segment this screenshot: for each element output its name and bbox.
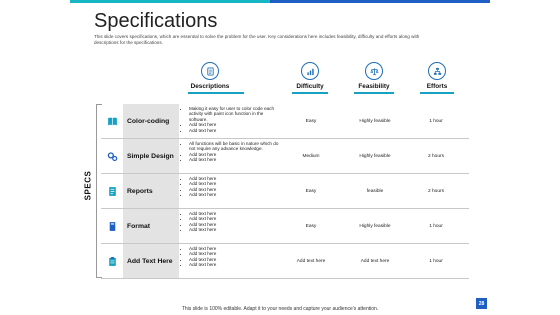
row-difficulty: Easy [305, 188, 317, 194]
row-difficulty: Medium [302, 153, 320, 159]
column-underline [420, 92, 454, 94]
row-descriptions: Making it easy for user to color code ea… [181, 106, 281, 133]
gears-icon [101, 139, 123, 173]
description-item: Add text here [189, 157, 281, 162]
column-underline [354, 92, 394, 94]
description-item: Add text here [189, 262, 281, 267]
column-header-feasibility: Feasibility [354, 62, 394, 94]
report-icon [101, 174, 123, 208]
row-name: Add Text Here [123, 244, 179, 278]
row-descriptions: Add text here Add text here Add text her… [181, 211, 281, 233]
page-number-badge: 28 [476, 298, 487, 309]
column-header-difficulty: Difficulty [292, 62, 328, 94]
column-label-feasibility: Feasibility [358, 83, 390, 90]
book-icon [101, 104, 123, 138]
column-label-difficulty: Difficulty [296, 83, 324, 90]
table-row: Color-coding Making it easy for user to … [101, 104, 469, 139]
row-efforts: 1 hour [429, 223, 443, 229]
row-feasibility: Highly feasible [359, 223, 391, 229]
column-label-efforts: Efforts [426, 83, 448, 90]
row-name: Format [123, 209, 179, 243]
row-feasibility: Highly feasible [359, 118, 391, 124]
top-accent-bar-blue [270, 0, 490, 3]
row-feasibility: Highly feasible [359, 153, 391, 159]
column-header-descriptions: Descriptions [188, 62, 244, 94]
format-icon [101, 209, 123, 243]
row-difficulty: Easy [305, 118, 317, 124]
column-underline [188, 92, 244, 94]
row-descriptions: Add text here Add text here Add text her… [181, 246, 281, 268]
description-item: Add text here [189, 128, 281, 133]
column-header-efforts: Efforts [420, 62, 454, 94]
row-efforts: 2 hours [428, 153, 444, 159]
row-feasibility: feasible [366, 188, 384, 194]
row-difficulty: Add text here [296, 258, 326, 264]
top-accent-bar-teal [70, 0, 270, 3]
row-name: Reports [123, 174, 179, 208]
row-efforts: 1 hour [429, 258, 443, 264]
row-difficulty: Easy [305, 223, 317, 229]
description-item: All functions will be basic in nature wh… [189, 141, 281, 152]
flow-chart-icon [428, 62, 446, 80]
row-efforts: 1 hour [429, 118, 443, 124]
description-item: Add text here [189, 192, 281, 197]
document-icon [201, 62, 219, 80]
clipboard-icon [101, 244, 123, 278]
column-label-descriptions: Descriptions [190, 83, 230, 90]
description-item: Add text here [189, 227, 281, 232]
side-label-specs: SPECS [83, 170, 93, 201]
bar-chart-icon [301, 62, 319, 80]
row-descriptions: Add text here Add text here Add text her… [181, 176, 281, 198]
row-feasibility: Add text here [360, 258, 390, 264]
row-descriptions: All functions will be basic in nature wh… [181, 141, 281, 163]
row-efforts: 2 hours [428, 188, 444, 194]
table-row: Add Text Here Add text here Add text her… [101, 244, 469, 279]
row-name: Simple Design [123, 139, 179, 173]
table-row: Reports Add text here Add text here Add … [101, 174, 469, 209]
slide-subtitle: This slide covers specifications, which … [94, 34, 420, 46]
slide-title: Specifications [94, 10, 218, 32]
description-item: Making it easy for user to color code ea… [189, 106, 281, 122]
column-underline [292, 92, 328, 94]
table-row: Format Add text here Add text here Add t… [101, 209, 469, 244]
row-name: Color-coding [123, 104, 179, 138]
balance-scale-icon [365, 62, 383, 80]
table-row: Simple Design All functions will be basi… [101, 139, 469, 174]
